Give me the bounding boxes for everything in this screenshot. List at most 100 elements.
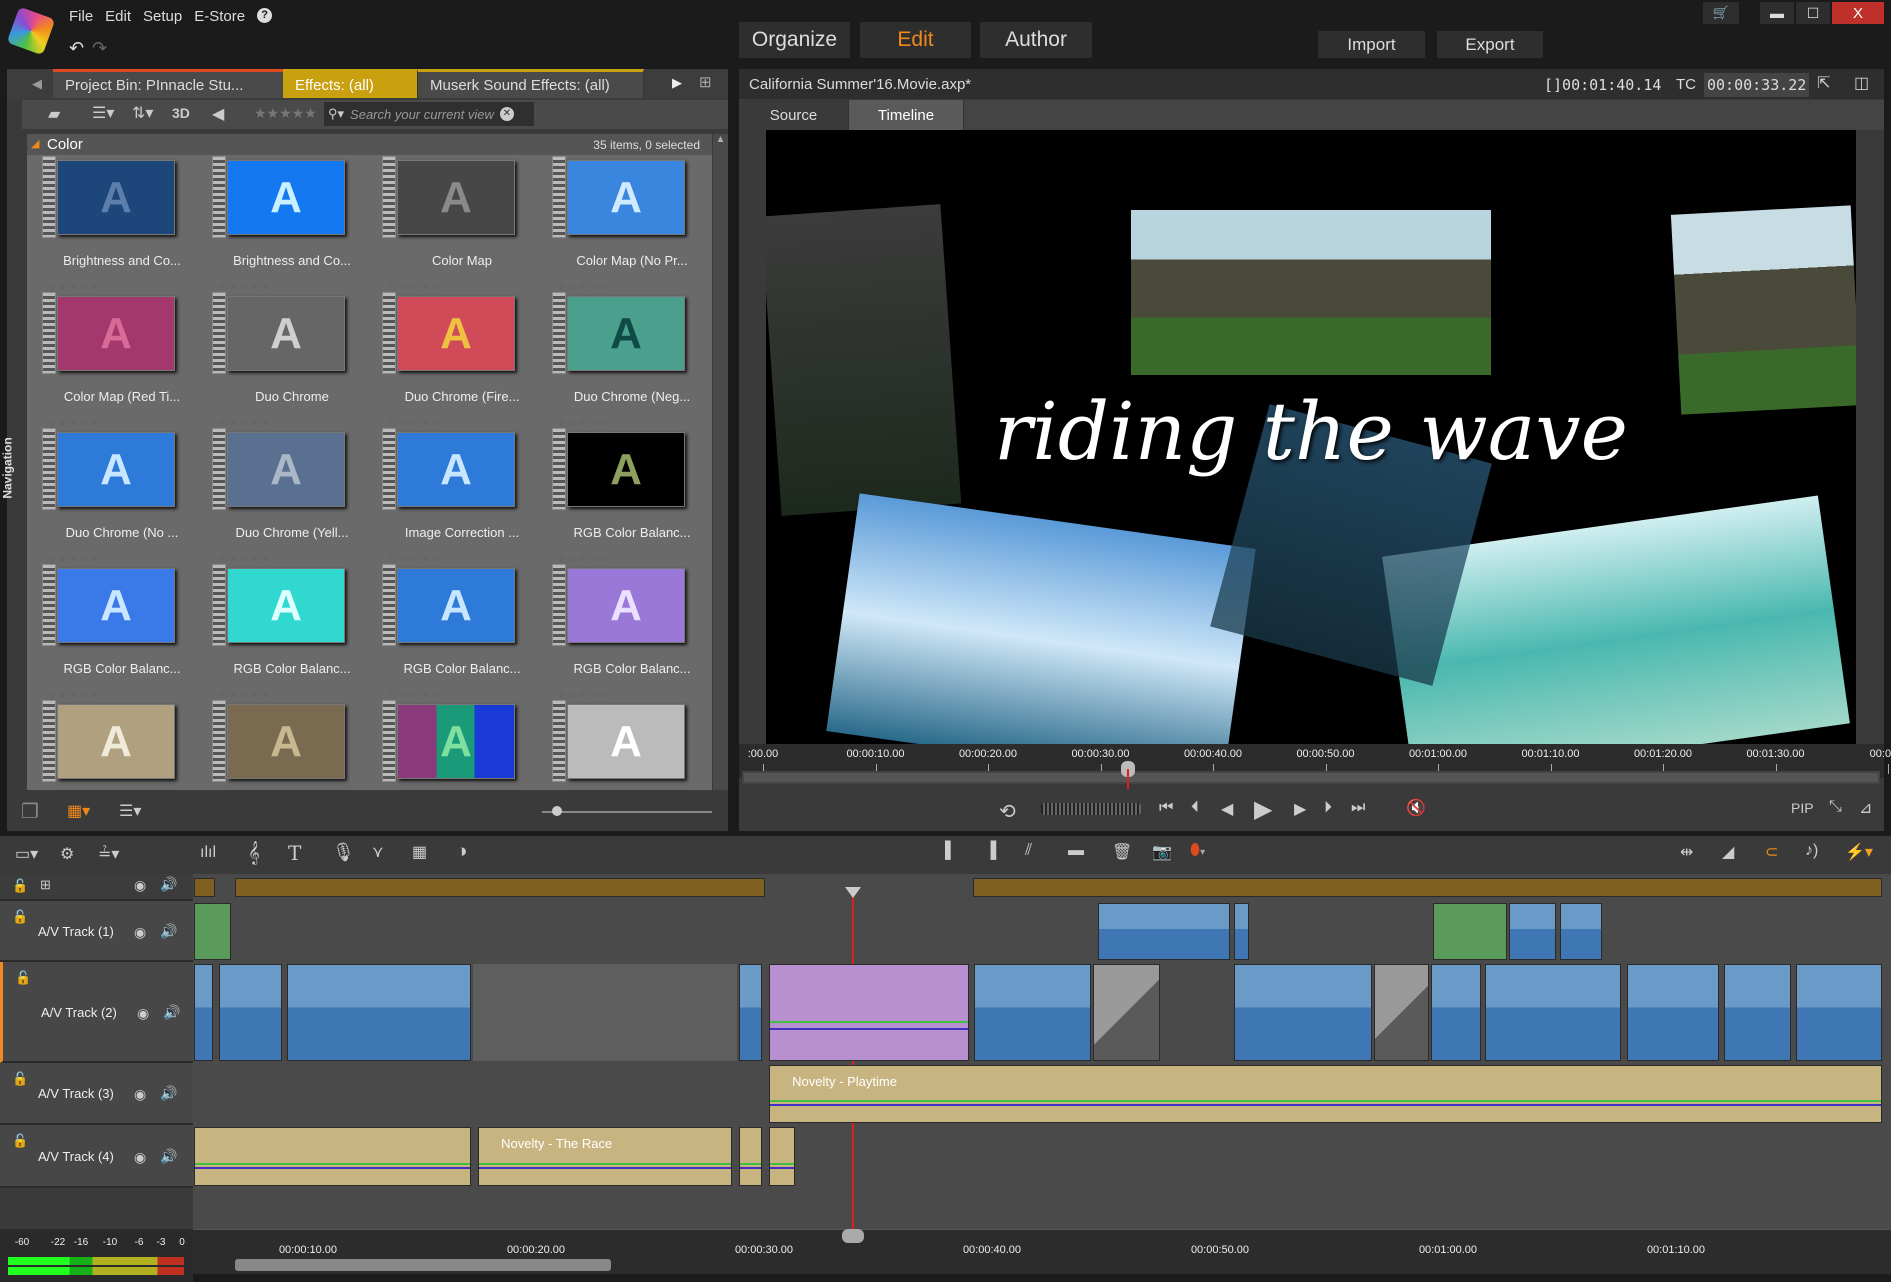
volume-line[interactable] <box>739 1162 762 1165</box>
speaker-icon[interactable]: 🔊 <box>160 876 177 893</box>
loop-icon[interactable]: ⟲ <box>999 799 1016 824</box>
timeline-scroll-thumb[interactable] <box>235 1259 611 1271</box>
mode-author-button[interactable]: Author <box>980 22 1092 58</box>
help-icon[interactable]: ? <box>257 8 273 23</box>
effect-item[interactable]: A Duo Chrome (Yell... ★★★★★ <box>207 428 377 568</box>
lock-icon[interactable]: 🔓 <box>15 970 31 986</box>
video-clip[interactable] <box>1234 964 1373 1061</box>
volume-line[interactable] <box>770 1100 1881 1103</box>
effect-item[interactable]: A RGB Color Balanc... ★★★★★ <box>377 564 547 704</box>
lock-icon[interactable]: 🔓 <box>12 1133 28 1149</box>
visibility-icon[interactable]: ◉ <box>134 1149 146 1166</box>
effect-item[interactable]: A Brightness and Co... ★★★★★ <box>37 156 207 296</box>
dual-view-icon[interactable]: ◫ <box>1854 73 1869 93</box>
volume-muted-icon[interactable]: 🔇 <box>1406 798 1426 818</box>
volume-line[interactable] <box>770 1162 794 1165</box>
title-clip[interactable] <box>769 964 969 1061</box>
speaker-icon[interactable]: 🔊 <box>160 1085 177 1102</box>
step-back-icon[interactable]: ◀ <box>1221 799 1233 819</box>
volume-line[interactable] <box>195 1162 471 1165</box>
audio-clip[interactable] <box>194 1127 472 1186</box>
insert-mode-icon[interactable]: ◢ <box>1722 842 1734 862</box>
audio-mixer-icon[interactable]: ılıl <box>200 844 216 862</box>
timeline-ruler[interactable]: 00:00:10.00 00:00:20.00 00:00:30.00 00:00:4… <box>193 1229 1891 1256</box>
pan-line[interactable] <box>770 1027 968 1030</box>
effect-item[interactable]: A RGB Color Balanc... ★★★★★ <box>547 564 712 704</box>
tab-effects[interactable]: Effects: (all) <box>283 69 418 98</box>
menu-file[interactable]: File <box>69 8 93 25</box>
navigation-strip[interactable]: Navigation <box>1 131 24 831</box>
video-clip[interactable] <box>1509 903 1556 960</box>
magnet-snap-icon[interactable]: ⊂ <box>1765 842 1778 862</box>
3d-filter[interactable]: 3D <box>172 105 190 121</box>
chapter-marker-bar[interactable] <box>235 878 765 897</box>
pan-line[interactable] <box>479 1167 732 1170</box>
pan-line[interactable] <box>195 1167 471 1170</box>
crop-icon[interactable]: ⊿ <box>1859 798 1872 818</box>
video-clip[interactable] <box>1560 903 1602 960</box>
motion-tracking-icon[interactable]: ◑ <box>456 841 467 863</box>
speaker-icon[interactable]: 🔊 <box>160 923 177 940</box>
video-clip[interactable] <box>974 964 1091 1061</box>
playhead-top-marker[interactable] <box>845 887 861 898</box>
sort-icon[interactable]: ⇅▾ <box>132 103 153 123</box>
redo-icon[interactable]: ↷ <box>92 38 107 59</box>
speaker-icon[interactable]: 🔊 <box>163 1004 180 1021</box>
visibility-icon[interactable]: ◉ <box>134 1086 146 1103</box>
close-button[interactable]: X <box>1832 2 1884 24</box>
video-clip[interactable] <box>218 964 282 1061</box>
tab-scroll-right[interactable]: ▶ <box>672 75 682 91</box>
tab-timeline[interactable]: Timeline <box>849 100 964 130</box>
tab-muserk-sound-effects[interactable]: Muserk Sound Effects: (all) <box>418 69 644 98</box>
razor-icon[interactable]: ⫽ <box>1025 842 1032 860</box>
video-clip[interactable] <box>1433 903 1508 960</box>
popout-icon[interactable]: ⇱ <box>1817 73 1830 93</box>
visibility-icon[interactable]: ◉ <box>134 924 146 941</box>
lock-icon[interactable]: 🔓 <box>12 909 28 925</box>
video-clip[interactable] <box>194 964 213 1061</box>
effect-item[interactable]: A★★★★★ <box>207 700 377 790</box>
grid-view-icon[interactable]: ▦▾ <box>67 801 90 821</box>
track-name[interactable]: A/V Track (1) <box>38 924 114 939</box>
video-clip[interactable] <box>1234 903 1249 960</box>
stack-icon[interactable]: ❐ <box>21 799 39 824</box>
pan-line[interactable] <box>739 1167 762 1170</box>
audio-clip[interactable] <box>769 1127 795 1186</box>
video-clip[interactable] <box>738 964 763 1061</box>
crop-resize-icon[interactable]: ⤡ <box>1829 798 1842 816</box>
rating-filter-stars[interactable]: ★★★★★ <box>254 105 317 122</box>
video-clip[interactable] <box>1430 964 1481 1061</box>
shuttle-wheel[interactable] <box>1041 803 1141 815</box>
effect-item[interactable]: A Color Map (Red Ti... ★★★★★ <box>37 292 207 432</box>
audio-clip[interactable]: Novelty - Playtime <box>769 1065 1882 1123</box>
audio-clip[interactable] <box>738 1127 763 1186</box>
audio-ducking-icon[interactable]: ⋎ <box>372 842 384 862</box>
add-track-icon[interactable]: ⊞ <box>40 877 51 893</box>
effect-item[interactable]: A★★★★★ <box>37 700 207 790</box>
video-clip[interactable] <box>1795 964 1882 1061</box>
mode-organize-button[interactable]: Organize <box>739 22 850 58</box>
category-header[interactable]: ◢ Color 35 items, 0 selected <box>27 134 712 155</box>
effect-item[interactable]: A Brightness and Co... ★★★★★ <box>207 156 377 296</box>
grid-scrollbar[interactable]: ▲ <box>713 134 728 790</box>
details-view-icon[interactable]: ☰▾ <box>119 801 141 821</box>
track-name[interactable]: A/V Track (2) <box>41 1005 117 1020</box>
list-view-icon[interactable]: ☰▾ <box>92 103 114 123</box>
maximize-button[interactable]: ☐ <box>1796 2 1830 24</box>
clear-search-icon[interactable]: ✕ <box>499 107 514 121</box>
pan-line[interactable] <box>770 1167 794 1170</box>
title-text-icon[interactable]: T <box>288 841 301 865</box>
track-name[interactable]: A/V Track (4) <box>38 1149 114 1164</box>
timecode-field[interactable]: 00:00:33.22 <box>1704 73 1810 97</box>
effect-item[interactable]: A Image Correction ... ★★★★★ <box>377 428 547 568</box>
effect-item[interactable]: A RGB Color Balanc... ★★★★★ <box>207 564 377 704</box>
pan-line[interactable] <box>770 1104 1881 1107</box>
video-clip[interactable] <box>287 964 472 1061</box>
gear-icon[interactable]: ⚙ <box>60 844 74 864</box>
chapter-marker-bar[interactable] <box>973 878 1882 897</box>
menu-setup[interactable]: Setup <box>143 8 182 25</box>
import-button[interactable]: Import <box>1318 31 1425 58</box>
video-clip[interactable] <box>1485 964 1621 1061</box>
video-clip[interactable] <box>194 903 232 960</box>
effect-item[interactable]: A RGB Color Balanc... ★★★★★ <box>37 564 207 704</box>
